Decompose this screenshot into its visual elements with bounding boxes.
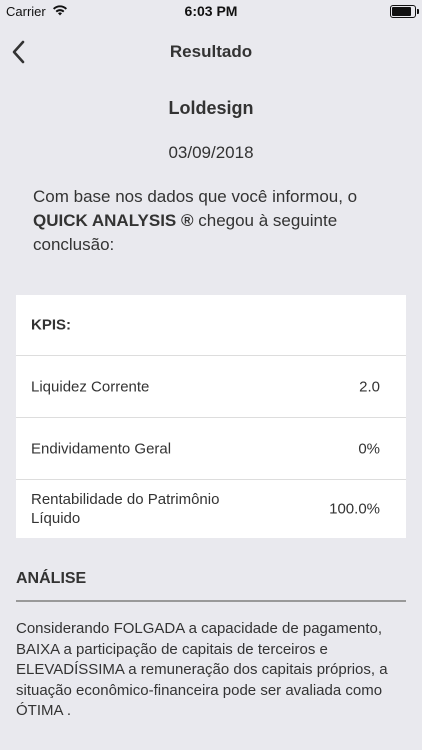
company-name: Loldesign — [168, 98, 254, 118]
page-title: Resultado — [169, 42, 253, 61]
divider — [16, 600, 406, 602]
kpi-value: 0% — [358, 440, 380, 457]
navigation-bar: Resultado — [0, 22, 422, 80]
kpi-row: Endividamento Geral 0% — [16, 418, 406, 480]
kpi-value: 100.0% — [329, 500, 380, 518]
clock: 6:03 PM — [184, 3, 238, 19]
status-bar: Carrier 6:03 PM — [0, 0, 422, 22]
kpi-value: 2.0 — [359, 378, 380, 395]
analysis-text: Considerando FOLGADA a capacidade de pag… — [16, 620, 388, 719]
brand-name: QUICK ANALYSIS ® — [33, 211, 194, 230]
kpi-label: Liquidez Corrente — [31, 378, 150, 395]
kpi-label: Rentabilidade do Patrimônio Líquido — [31, 491, 220, 527]
intro-text-before: Com base nos dados que você informou, o — [33, 187, 358, 206]
intro-text: Com base nos dados que você informou, o … — [33, 185, 405, 257]
kpis-header: KPIS: — [16, 295, 406, 356]
kpi-row: Liquidez Corrente 2.0 — [16, 356, 406, 418]
battery-icon — [390, 5, 419, 18]
kpi-label: Endividamento Geral — [31, 440, 172, 457]
kpi-row: Rentabilidade do Patrimônio Líquido 100.… — [16, 480, 406, 538]
analysis-title: ANÁLISE — [16, 570, 87, 587]
kpis-card: KPIS: Liquidez Corrente 2.0 Endividament… — [16, 295, 406, 538]
kpis-title: KPIS: — [31, 316, 72, 334]
analysis-date: 03/09/2018 — [168, 143, 254, 162]
